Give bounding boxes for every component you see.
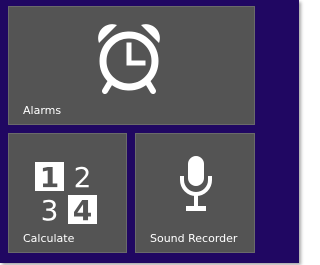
alarm-clock-icon [98, 24, 160, 94]
screen: Alarms 1 2 3 4 Calculate Sound Recorder [0, 0, 301, 265]
calc-digit-1: 1 [40, 162, 59, 194]
start-screen-background: Alarms 1 2 3 4 Calculate Sound Recorder [0, 0, 299, 263]
tile-alarms[interactable]: Alarms [8, 6, 255, 125]
calc-digit-3: 3 [41, 194, 59, 224]
tile-label-sound-recorder: Sound Recorder [150, 232, 238, 245]
calc-digit-2: 2 [74, 162, 92, 194]
tile-sound-recorder[interactable]: Sound Recorder [135, 133, 255, 253]
microphone-icon [180, 156, 212, 211]
calc-digit-4: 4 [73, 194, 92, 224]
tile-label-calculate: Calculate [23, 232, 75, 245]
tile-label-alarms: Alarms [23, 104, 62, 117]
calculator-icon: 1 2 3 4 [35, 162, 97, 224]
tile-calculate[interactable]: 1 2 3 4 Calculate [8, 133, 127, 253]
